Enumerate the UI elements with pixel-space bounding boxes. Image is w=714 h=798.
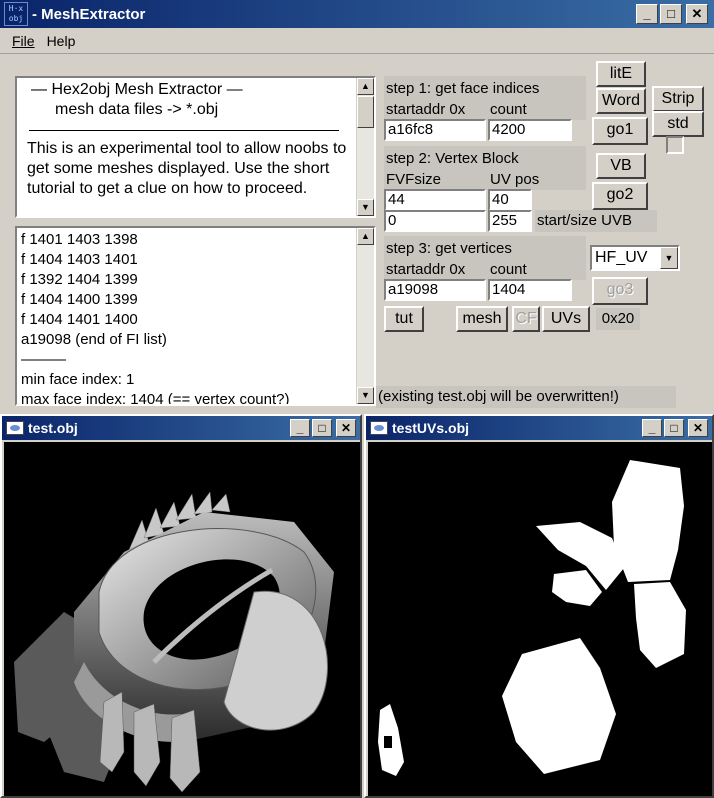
chevron-down-icon[interactable]: ▼ <box>660 247 678 269</box>
info-panel: — Hex2obj Mesh Extractor — mesh data fil… <box>15 76 376 218</box>
uv-pos-field[interactable]: 40 <box>488 189 532 211</box>
stride-text: 0x20 <box>601 310 635 327</box>
app-logo-icon: H·x obj <box>4 2 28 26</box>
mesh-viewer-window: test.obj _ □ ✕ <box>0 414 362 798</box>
std-button[interactable]: std <box>652 111 704 137</box>
log-line: f 1404 1401 1400 <box>21 311 138 328</box>
fvf-size-field[interactable]: 44 <box>384 189 486 211</box>
go3-button[interactable]: go3 <box>592 277 648 305</box>
mesh-viewer-title: test.obj <box>28 420 78 436</box>
uvpos-label: UV pos <box>490 171 540 188</box>
log-line: ——— <box>21 351 66 368</box>
uv-render <box>368 442 712 796</box>
uv-island <box>612 460 684 582</box>
menu-bar: File Help <box>0 28 714 54</box>
vb-button[interactable]: VB <box>596 153 646 179</box>
mesh-render <box>4 442 360 796</box>
obj-file-icon <box>6 421 24 435</box>
mesh-viewer-titlebar: test.obj _ □ ✕ <box>2 416 360 440</box>
info-body: This is an experimental tool to allow no… <box>27 140 351 197</box>
info-scrollbar[interactable]: ▲ ▼ <box>356 78 374 216</box>
window-title-text: MeshExtractor <box>41 5 146 23</box>
window-title: - MeshExtractor <box>32 5 146 23</box>
log-line: f 1401 1403 1398 <box>21 231 138 248</box>
go1-button[interactable]: go1 <box>592 117 648 145</box>
log-panel: f 1401 1403 1398 f 1404 1403 1401 f 1392… <box>15 226 376 406</box>
minimize-button[interactable]: _ <box>290 419 310 437</box>
strip-button[interactable]: Strip <box>652 86 704 112</box>
step3-title: step 3: get vertices <box>386 240 512 257</box>
step3-addr-field[interactable]: a19098 <box>384 279 486 301</box>
uv-viewer-window: testUVs.obj _ □ ✕ <box>364 414 714 798</box>
overwrite-warning: (existing test.obj will be overwritten!) <box>376 386 676 408</box>
std-checkbox[interactable] <box>666 136 684 154</box>
uv-mode-value: HF_UV <box>595 249 648 266</box>
uv-render-canvas[interactable] <box>368 442 712 796</box>
step1-count-field[interactable]: 4200 <box>488 119 572 141</box>
step2-title: step 2: Vertex Block <box>386 150 519 167</box>
log-line: f 1404 1403 1401 <box>21 251 138 268</box>
minimize-button[interactable]: _ <box>636 4 658 24</box>
uvs-button[interactable]: UVs <box>542 306 590 332</box>
step1-addr-field[interactable]: a16fc8 <box>384 119 486 141</box>
step1-group: step 1: get face indices startaddr 0x co… <box>384 76 586 120</box>
step3-count-label: count <box>490 261 527 278</box>
menu-help[interactable]: Help <box>47 33 76 49</box>
scroll-thumb[interactable] <box>357 96 374 128</box>
maximize-button[interactable]: □ <box>312 419 332 437</box>
step1-count-label: count <box>490 101 527 118</box>
scroll-up-arrow-icon[interactable]: ▲ <box>357 78 374 95</box>
info-heading-2: mesh data files -> *.obj <box>55 101 219 118</box>
uv-viewer-title: testUVs.obj <box>392 420 470 436</box>
stride-value: 0x20 <box>596 308 640 330</box>
maximize-button[interactable]: □ <box>660 4 682 24</box>
step1-addr-label: startaddr 0x <box>386 101 466 118</box>
log-line: a19098 (end of FI list) <box>21 331 167 348</box>
uvb-start-field[interactable]: 0 <box>384 210 486 232</box>
maximize-button[interactable]: □ <box>664 419 684 437</box>
step3-count-field[interactable]: 1404 <box>488 279 572 301</box>
log-line: min face index: 1 <box>21 371 135 388</box>
step1-title: step 1: get face indices <box>386 80 540 97</box>
word-button[interactable]: Word <box>596 88 646 114</box>
step2-group: step 2: Vertex Block FVFsize UV pos <box>384 146 586 190</box>
scroll-up-arrow-icon[interactable]: ▲ <box>357 228 374 245</box>
minimize-button[interactable]: _ <box>642 419 662 437</box>
log-line: max face index: 1404 (== vertex count?) <box>21 391 290 406</box>
uvb-label: start/size UVB <box>535 210 657 232</box>
log-scrollbar[interactable]: ▲ ▼ <box>356 228 374 404</box>
tut-button[interactable]: tut <box>384 306 424 332</box>
fvf-label: FVFsize <box>386 171 442 188</box>
step3-addr-label: startaddr 0x <box>386 261 466 278</box>
step3-group: step 3: get vertices startaddr 0x count <box>384 236 586 280</box>
log-line: f 1404 1400 1399 <box>21 291 138 308</box>
main-titlebar: H·x obj - MeshExtractor _ □ ✕ <box>0 0 714 28</box>
close-button[interactable]: ✕ <box>688 419 708 437</box>
close-button[interactable]: ✕ <box>336 419 356 437</box>
uv-island-hole <box>384 736 392 748</box>
log-line: f 1392 1404 1399 <box>21 271 138 288</box>
info-heading-1: — Hex2obj Mesh Extractor — <box>31 81 243 98</box>
mesh-render-canvas[interactable] <box>4 442 360 796</box>
menu-file[interactable]: File <box>12 33 35 49</box>
go2-button[interactable]: go2 <box>592 182 648 210</box>
lite-button[interactable]: litE <box>596 61 646 87</box>
close-button[interactable]: ✕ <box>686 4 708 24</box>
mesh-button[interactable]: mesh <box>456 306 508 332</box>
uvb-size-field[interactable]: 255 <box>488 210 532 232</box>
uv-viewer-titlebar: testUVs.obj _ □ ✕ <box>366 416 712 440</box>
scroll-down-arrow-icon[interactable]: ▼ <box>357 199 374 216</box>
scroll-down-arrow-icon[interactable]: ▼ <box>357 387 374 404</box>
uv-mode-select[interactable]: HF_UV ▼ <box>590 245 680 271</box>
obj-file-icon <box>370 421 388 435</box>
cf-button[interactable]: CF <box>512 306 540 332</box>
